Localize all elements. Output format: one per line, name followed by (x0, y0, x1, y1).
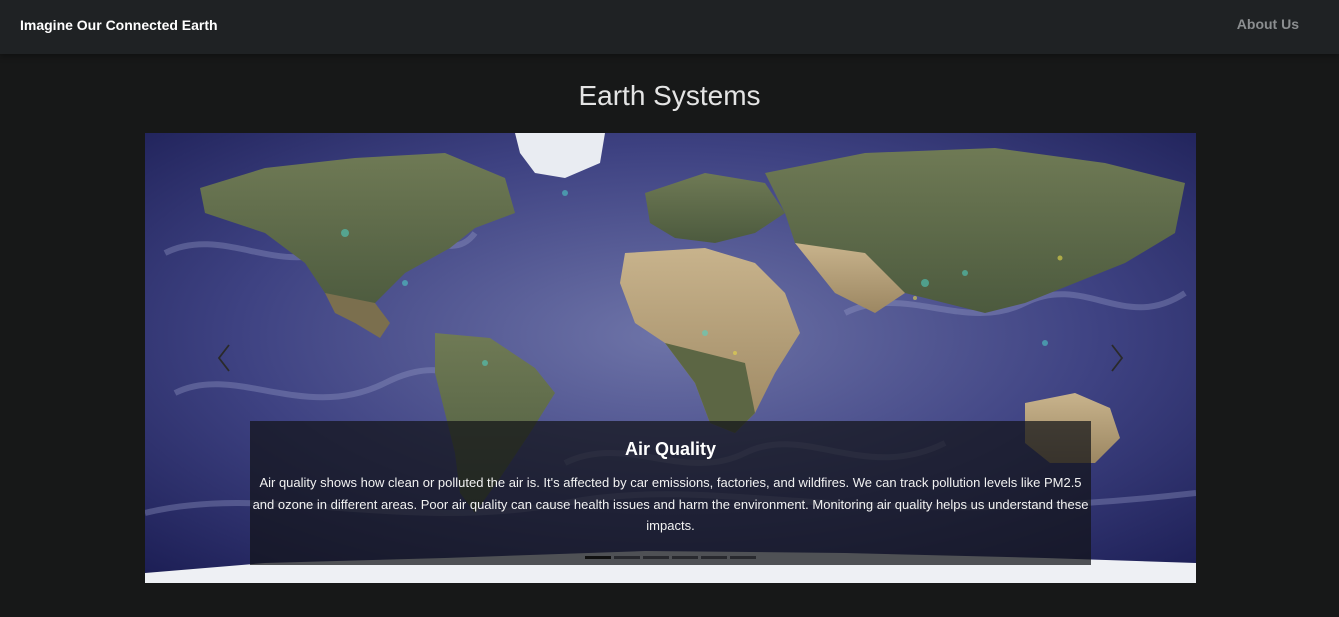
carousel-indicators (145, 556, 1196, 559)
navbar: Imagine Our Connected Earth About Us (0, 0, 1339, 54)
carousel-prev-button[interactable] (205, 333, 245, 383)
caption-title: Air Quality (624, 439, 717, 459)
brand-link[interactable]: Imagine Our Connected Earth (20, 17, 218, 33)
carousel: Air Quality Air quality shows how clean … (145, 133, 1196, 583)
carousel-indicator[interactable] (701, 556, 727, 559)
nav-about-us-link[interactable]: About Us (1237, 16, 1299, 32)
chevron-left-icon (217, 344, 230, 372)
carousel-next-button[interactable] (1096, 333, 1136, 383)
carousel-indicator[interactable] (730, 556, 756, 559)
carousel-indicator[interactable] (643, 556, 669, 559)
carousel-indicator[interactable] (672, 556, 698, 559)
carousel-caption: Air Quality Air quality shows how clean … (250, 421, 1091, 565)
page-title: Earth Systems (578, 80, 761, 111)
chevron-right-icon (1111, 344, 1124, 372)
carousel-indicator[interactable] (585, 556, 611, 559)
caption-text: Air quality shows how clean or polluted … (252, 475, 1089, 533)
carousel-indicator[interactable] (614, 556, 640, 559)
